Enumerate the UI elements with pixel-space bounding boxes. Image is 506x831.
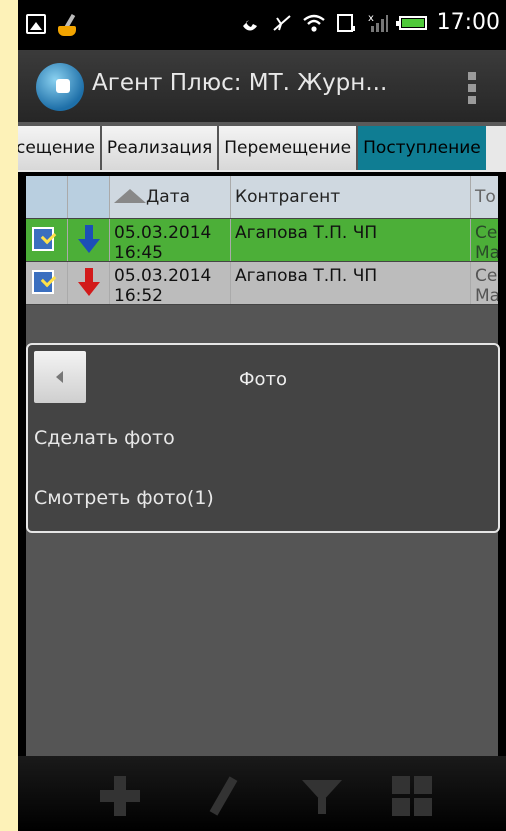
status-right: x 17:00	[239, 10, 500, 35]
row-arrow-cell	[68, 262, 110, 304]
call-icon	[242, 19, 257, 30]
wifi-icon	[302, 14, 325, 32]
document-icon	[32, 227, 54, 251]
status-bar: x 17:00	[18, 0, 506, 50]
app-logo-icon[interactable]	[36, 63, 84, 111]
take-photo-menu-item[interactable]: Сделать фото	[34, 427, 175, 449]
arrow-down-blue-icon	[78, 225, 100, 255]
header-col5-label: То	[475, 187, 496, 207]
row-contractor: Агапова Т.П. ЧП	[235, 223, 378, 243]
grid-view-icon[interactable]	[392, 776, 432, 816]
app-title: Агент Плюс: МТ. Журн...	[92, 70, 388, 96]
header-date-label: Дата	[146, 187, 191, 207]
sd-card-icon	[336, 13, 355, 32]
journal-grid: Дата Контрагент То 05.03.2014 16:45 Агап…	[26, 176, 498, 305]
status-time: 17:00	[436, 10, 500, 35]
row-date-cell: 05.03.2014 16:52	[110, 262, 231, 304]
dialog-title: Фото	[238, 369, 287, 390]
row-col5: Се Ма	[475, 223, 498, 261]
table-row[interactable]: 05.03.2014 16:52 Агапова Т.П. ЧП Се Ма	[26, 262, 498, 305]
header-col-icon[interactable]	[26, 176, 68, 218]
svg-text:x: x	[368, 13, 374, 24]
arrow-down-red-icon	[78, 268, 100, 298]
row-date: 05.03.2014 16:45	[114, 223, 212, 261]
row-doc-cell	[26, 262, 68, 304]
document-icon	[32, 270, 54, 294]
row-col5-cell: Се Ма	[471, 262, 498, 304]
header-col-contractor[interactable]: Контрагент	[231, 176, 471, 218]
tab-bar: сещение Реализация Перемещение Поступлен…	[18, 122, 506, 172]
gallery-icon	[26, 14, 46, 34]
action-bar: Агент Плюс: МТ. Журн...	[18, 50, 506, 122]
header-contractor-label: Контрагент	[235, 187, 341, 207]
header-col-date[interactable]: Дата	[110, 176, 231, 218]
grid-header-row: Дата Контрагент То	[26, 176, 498, 219]
sort-asc-icon	[114, 189, 146, 203]
header-col-direction[interactable]	[68, 176, 110, 218]
row-date-cell: 05.03.2014 16:45	[110, 219, 231, 261]
row-date: 05.03.2014 16:52	[114, 266, 212, 304]
header-col-5[interactable]: То	[471, 176, 498, 218]
tab-poseshchenie[interactable]: сещение	[18, 126, 102, 170]
table-row[interactable]: 05.03.2014 16:45 Агапова Т.П. ЧП Се Ма	[26, 219, 498, 262]
tab-postuplenie[interactable]: Поступление	[358, 126, 486, 170]
broom-icon	[56, 14, 82, 38]
tab-peremeshchenie[interactable]: Перемещение	[219, 126, 359, 170]
row-contractor-cell: Агапова Т.П. ЧП	[231, 262, 471, 304]
no-sound-icon	[272, 14, 291, 31]
row-arrow-cell	[68, 219, 110, 261]
row-col5-cell: Се Ма	[471, 219, 498, 261]
view-photo-menu-item[interactable]: Смотреть фото(1)	[34, 487, 214, 509]
row-contractor: Агапова Т.П. ЧП	[235, 266, 378, 286]
filter-icon[interactable]	[302, 776, 342, 816]
signal-icon: x	[368, 13, 388, 32]
overflow-menu-icon[interactable]	[468, 72, 476, 104]
phone-screen: x 17:00 Агент Плюс: МТ. Журн... сещение …	[18, 0, 506, 831]
row-col5: Се Ма	[475, 266, 498, 304]
status-left	[26, 14, 82, 38]
tab-realizatsiya[interactable]: Реализация	[101, 126, 220, 170]
row-doc-cell	[26, 219, 68, 261]
edit-icon[interactable]	[203, 776, 243, 816]
row-contractor-cell: Агапова Т.П. ЧП	[231, 219, 471, 261]
bottom-toolbar	[18, 756, 506, 831]
photo-dialog: Фото Сделать фото Смотреть фото(1)	[26, 343, 500, 533]
add-icon[interactable]	[100, 776, 140, 816]
battery-icon	[395, 15, 427, 30]
